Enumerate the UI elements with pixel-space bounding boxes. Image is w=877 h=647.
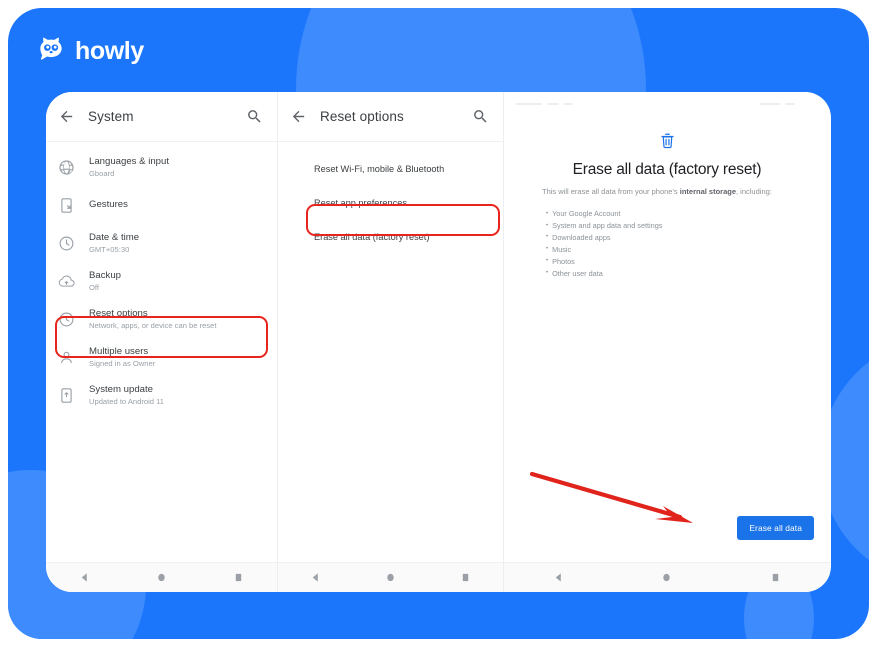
nav-back-triangle-icon[interactable] — [310, 572, 321, 583]
sidebar-item-languages-input[interactable]: Languages & input Gboard — [46, 148, 277, 186]
brand-name: howly — [75, 36, 144, 65]
sidebar-item-sublabel: Gboard — [89, 168, 115, 178]
erase-description-lead: This will erase all data from your phone… — [542, 186, 680, 196]
nav-home-circle-icon[interactable] — [661, 572, 672, 583]
sidebar-item-label: Date & time — [89, 231, 140, 243]
list-item: Other user data — [546, 268, 806, 280]
nav-home-circle-icon[interactable] — [156, 572, 167, 583]
system-title: System — [88, 109, 134, 124]
navbar-reset — [278, 562, 503, 592]
nav-home-circle-icon[interactable] — [385, 572, 396, 583]
reset-appbar: Reset options — [278, 92, 503, 142]
list-item: Music — [546, 244, 806, 256]
sidebar-item-text: Languages & input Gboard — [89, 156, 169, 178]
sidebar-item-text: Gestures — [89, 199, 128, 211]
navbar-erase — [504, 562, 830, 592]
sidebar-item-backup[interactable]: Backup Off — [46, 262, 277, 300]
status-bar-placeholder — [564, 103, 573, 105]
gestures-phone-icon — [61, 197, 72, 213]
globe-language-icon — [59, 159, 74, 175]
sidebar-item-multiple-users[interactable]: Multiple users Signed in as Owner — [46, 338, 277, 376]
erase-description: This will erase all data from your phone… — [542, 187, 806, 198]
sidebar-item-sublabel: Signed in as Owner — [89, 358, 156, 368]
nav-recents-square-icon[interactable] — [233, 572, 244, 583]
cloud-backup-icon — [58, 274, 75, 287]
sidebar-item-label: Reset options — [89, 307, 148, 319]
list-item-reset-network[interactable]: Reset Wi-Fi, mobile & Bluetooth — [278, 152, 503, 186]
howly-owl-mascot-icon — [40, 37, 62, 60]
sidebar-item-text: Reset options Network, apps, or device c… — [89, 308, 216, 330]
system-settings-list: Languages & input Gboard Gestures Date &… — [46, 142, 277, 414]
erase-all-data-button[interactable]: Erase all data — [737, 516, 814, 540]
sidebar-item-text: Backup Off — [89, 270, 121, 292]
trash-delete-icon — [660, 133, 674, 149]
erase-description-emphasis: internal storage — [679, 186, 737, 196]
sidebar-item-sublabel: Updated to Android 11 — [89, 396, 165, 406]
sidebar-item-gestures[interactable]: Gestures — [46, 186, 277, 224]
sidebar-item-sublabel: GMT+05:30 — [89, 244, 130, 254]
trash-icon-wrap — [528, 132, 806, 149]
sidebar-item-sublabel: Network, apps, or device can be reset — [89, 320, 217, 330]
panel-row: System Languages & input Gboard Gestures… — [46, 92, 831, 592]
status-bar-placeholder — [516, 103, 542, 105]
sidebar-item-label: System update — [89, 383, 153, 395]
navbar-system — [46, 562, 277, 592]
nav-back-triangle-icon[interactable] — [79, 572, 90, 583]
sidebar-item-sublabel: Off — [89, 282, 99, 292]
sidebar-item-label: Languages & input — [89, 155, 170, 167]
clock-icon — [59, 236, 74, 250]
sidebar-item-text: Multiple users Signed in as Owner — [89, 346, 155, 368]
status-bar-placeholder — [785, 103, 795, 105]
person-users-icon — [61, 351, 72, 363]
sidebar-item-system-update[interactable]: System update Updated to Android 11 — [46, 376, 277, 414]
system-update-icon — [61, 387, 72, 403]
brand-logo: howly — [36, 36, 144, 66]
page-title: Erase all data (factory reset) — [572, 161, 762, 178]
list-item: Downloaded apps — [546, 232, 806, 244]
search-icon[interactable] — [246, 108, 263, 125]
sidebar-item-text: System update Updated to Android 11 — [89, 384, 164, 406]
sidebar-item-label: Gestures — [89, 199, 128, 210]
sidebar-item-label: Multiple users — [89, 345, 149, 357]
sidebar-item-reset-options[interactable]: Reset options Network, apps, or device c… — [46, 300, 277, 338]
list-item: Photos — [546, 256, 806, 268]
sidebar-item-date-time[interactable]: Date & time GMT+05:30 — [46, 224, 277, 262]
status-bar-placeholder — [547, 103, 559, 105]
list-item: System and app data and settings — [546, 220, 806, 232]
system-appbar: System — [46, 92, 277, 142]
search-icon[interactable] — [472, 108, 489, 125]
erase-content: Erase all data (factory reset) This will… — [504, 118, 830, 279]
panel-system-settings: System Languages & input Gboard Gestures… — [46, 92, 277, 592]
erase-bullet-list: Your Google Account System and app data … — [546, 208, 806, 279]
sidebar-item-label: Backup — [89, 269, 121, 281]
back-arrow-icon[interactable] — [58, 108, 75, 125]
sidebar-item-text: Date & time GMT+05:30 — [89, 232, 139, 254]
list-item-erase-all-data[interactable]: Erase all data (factory reset) — [278, 220, 503, 254]
reset-title: Reset options — [320, 109, 404, 124]
panel-erase-all-data: Erase all data (factory reset) This will… — [503, 92, 830, 592]
status-bar — [504, 92, 830, 118]
device-screenshot-card: System Languages & input Gboard Gestures… — [46, 92, 831, 592]
nav-recents-square-icon[interactable] — [770, 572, 781, 583]
restore-reset-icon — [59, 312, 74, 326]
reset-options-list: Reset Wi-Fi, mobile & Bluetooth Reset ap… — [278, 142, 503, 254]
nav-recents-square-icon[interactable] — [460, 572, 471, 583]
nav-back-triangle-icon[interactable] — [553, 572, 564, 583]
list-item: Your Google Account — [546, 208, 806, 220]
back-arrow-icon[interactable] — [290, 108, 307, 125]
erase-description-tail: , including: — [736, 186, 772, 196]
panel-reset-options: Reset options Reset Wi-Fi, mobile & Blue… — [277, 92, 503, 592]
status-bar-placeholder — [760, 103, 780, 105]
list-item-reset-app-preferences[interactable]: Reset app preferences — [278, 186, 503, 220]
